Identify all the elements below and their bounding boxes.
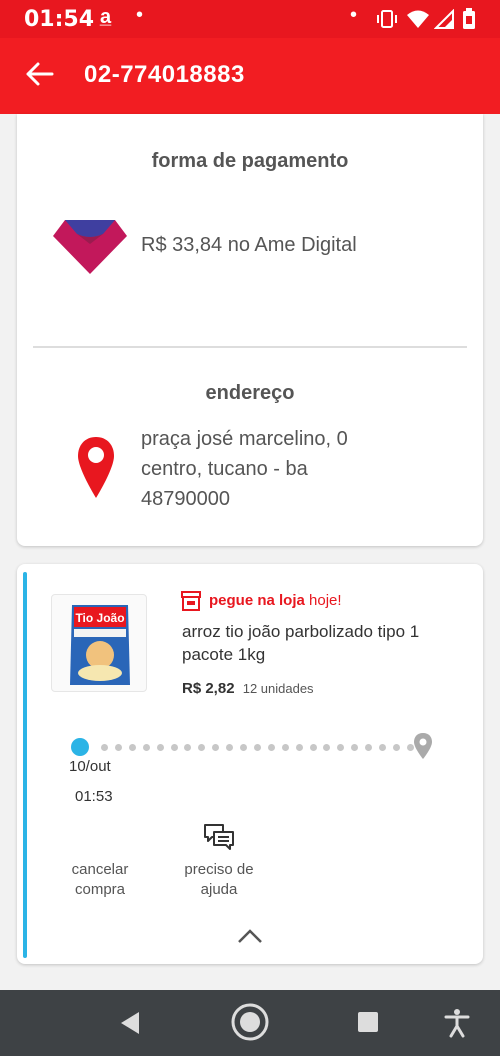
- tracking-start-dot: [71, 738, 89, 756]
- tracking-step-dot: [198, 744, 206, 751]
- address-line-street: praça josé marcelino, 0: [141, 428, 348, 450]
- tracking-date: 10/out: [69, 758, 111, 775]
- tracking-progress: [71, 733, 441, 762]
- address-heading: endereço: [205, 382, 295, 404]
- app-bar: 02-774018883: [0, 38, 500, 114]
- tracking-step-dot: [351, 744, 359, 751]
- ame-notification-icon: a̲: [100, 6, 112, 28]
- status-time: 01:54: [24, 7, 95, 32]
- tracking-step-dot: [128, 744, 136, 751]
- store-icon: [181, 591, 201, 611]
- back-arrow-icon[interactable]: [24, 56, 56, 92]
- order-number-title: 02-774018883: [84, 61, 245, 88]
- chat-icon[interactable]: [203, 822, 235, 852]
- pickup-when: hoje!: [309, 592, 342, 609]
- location-pin-icon: [78, 437, 114, 498]
- tracking-step-dot: [295, 744, 303, 751]
- dot-icon: •: [350, 4, 358, 26]
- dot-icon: •: [136, 4, 144, 26]
- address-line-zip: 48790000: [141, 488, 230, 510]
- pickup-info: pegue na loja hoje!: [209, 592, 342, 609]
- status-bar: 01:54 a̲ • •: [0, 0, 500, 38]
- tracking-step-dot: [114, 744, 122, 751]
- product-brand-text: Tio João: [75, 611, 124, 625]
- tracking-step-dot: [365, 744, 373, 751]
- tracking-step-dot: [142, 744, 150, 751]
- accessibility-icon[interactable]: [444, 1008, 470, 1038]
- product-price: R$ 2,82 12 unidades: [182, 680, 314, 697]
- vibrate-icon: [377, 10, 397, 28]
- pickup-label: pegue na loja: [209, 592, 305, 609]
- signal-icon: [434, 9, 454, 29]
- nav-back-icon[interactable]: [118, 1010, 142, 1036]
- help-label-line1: preciso de: [184, 861, 254, 878]
- nav-recents-icon[interactable]: [356, 1010, 380, 1034]
- order-item-card: Tio João pegue na loja hoje! arroz tio j…: [17, 564, 483, 964]
- tracking-step-dot: [156, 744, 164, 751]
- tracking-step-dot: [267, 744, 275, 751]
- tracking-step-dot: [337, 744, 345, 751]
- need-help-button[interactable]: preciso de ajuda: [169, 860, 269, 900]
- battery-icon: [463, 8, 475, 29]
- tracking-step-dot: [184, 744, 192, 751]
- tracking-step-dot: [392, 744, 400, 751]
- product-name: arroz tio joão parbolizado tipo 1 pacote…: [182, 622, 420, 664]
- wifi-icon: [407, 10, 429, 28]
- tracking-step-dot: [309, 744, 317, 751]
- cancel-label-line2: compra: [74, 881, 126, 898]
- payment-heading: forma de pagamento: [151, 150, 349, 172]
- destination-pin-icon: [414, 733, 432, 759]
- unit-count: 12 unidades: [242, 681, 314, 696]
- cancel-label-line1: cancelar: [71, 861, 129, 878]
- order-details-card: forma de pagamento R$ 33,84 no Ame Digit…: [17, 114, 483, 546]
- address-text: praça josé marcelino, 0 centro, tucano -…: [141, 424, 348, 514]
- nav-home-icon[interactable]: [230, 1002, 270, 1042]
- tracking-step-dot: [101, 744, 108, 751]
- tracking-step-dot: [212, 744, 220, 751]
- cancel-purchase-button[interactable]: cancelar compra: [61, 860, 139, 900]
- ame-logo-icon: [53, 220, 127, 274]
- tracking-step-dot: [253, 744, 261, 751]
- status-accent-bar: [23, 572, 27, 958]
- help-label-line2: ajuda: [200, 881, 238, 898]
- tracking-step-dot: [281, 744, 289, 751]
- payment-text: R$ 33,84 no Ame Digital: [141, 234, 357, 256]
- tracking-step-dot: [226, 744, 234, 751]
- chevron-up-icon[interactable]: [237, 928, 263, 944]
- address-line-city: centro, tucano - ba: [141, 458, 308, 480]
- product-image: Tio João: [51, 594, 147, 692]
- tracking-time: 01:53: [75, 788, 113, 805]
- tracking-step-dot: [379, 744, 386, 751]
- system-nav-bar: [0, 990, 500, 1056]
- divider: [33, 346, 467, 348]
- tracking-step-dot: [170, 744, 178, 751]
- price-value: R$ 2,82: [182, 680, 235, 697]
- tracking-step-dot: [323, 744, 331, 751]
- tracking-step-dot: [240, 744, 247, 751]
